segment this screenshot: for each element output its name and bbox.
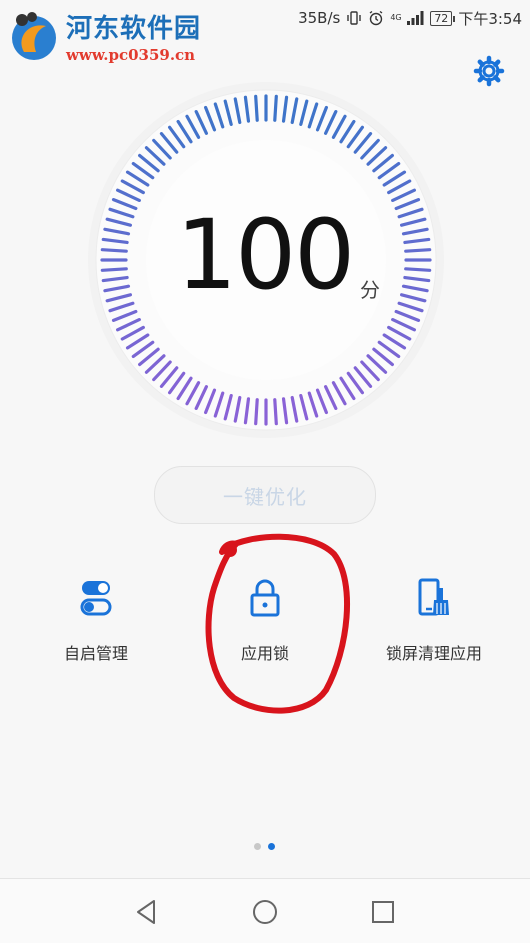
- tool-app-lock[interactable]: 应用锁: [185, 578, 345, 688]
- gauge-tick: [254, 94, 259, 122]
- tool-startup-manager[interactable]: 自启管理: [16, 578, 176, 688]
- vibrate-icon: [347, 11, 362, 25]
- gauge-tick: [100, 248, 128, 253]
- lock-icon: [250, 579, 280, 617]
- net-speed: 35B/s: [298, 9, 341, 27]
- alarm-icon: [369, 10, 383, 26]
- tool-lockscreen-cleanup[interactable]: 锁屏清理应用: [354, 578, 514, 688]
- home-circle-icon[interactable]: [248, 895, 282, 929]
- gauge-tick: [100, 267, 128, 272]
- status-icons: 35B/s 4G 72 下午3:54: [298, 8, 522, 28]
- gauge-tick: [404, 248, 432, 253]
- optimize-button[interactable]: 一键优化: [154, 466, 376, 524]
- page-indicator: [254, 843, 284, 853]
- watermark: 河东软件园 www.pc0359.cn: [6, 4, 216, 66]
- score-value: 100: [176, 199, 355, 311]
- watermark-title: 河东软件园: [66, 14, 202, 44]
- navigation-bar: [0, 878, 530, 943]
- watermark-logo: [12, 12, 56, 60]
- tool-label: 自启管理: [63, 644, 128, 663]
- tool-label: 应用锁: [240, 644, 289, 663]
- gauge-tick: [273, 398, 278, 426]
- recents-square-icon[interactable]: [366, 895, 400, 929]
- gauge-tick: [273, 94, 278, 122]
- page-dot-active: [268, 843, 275, 850]
- toggle-switches-icon: [80, 581, 112, 616]
- score-display: 100 分: [150, 200, 390, 320]
- gear-icon[interactable]: [472, 54, 506, 88]
- page-dot-inactive: [254, 843, 261, 850]
- back-triangle-icon[interactable]: [130, 895, 164, 929]
- network-type: 4G: [390, 13, 402, 22]
- score-unit: 分: [360, 278, 380, 302]
- gauge-tick: [404, 267, 432, 272]
- clock: 下午3:54: [458, 9, 522, 28]
- status-bar: 河东软件园 www.pc0359.cn 35B/s 4G 72 下午3:54: [0, 0, 530, 64]
- signal-icon: [407, 11, 424, 25]
- tool-label: 锁屏清理应用: [385, 644, 482, 663]
- gauge-tick: [254, 398, 259, 426]
- watermark-url: www.pc0359.cn: [66, 46, 196, 64]
- phone-broom-icon: [418, 578, 449, 616]
- battery-indicator: 72: [430, 10, 456, 26]
